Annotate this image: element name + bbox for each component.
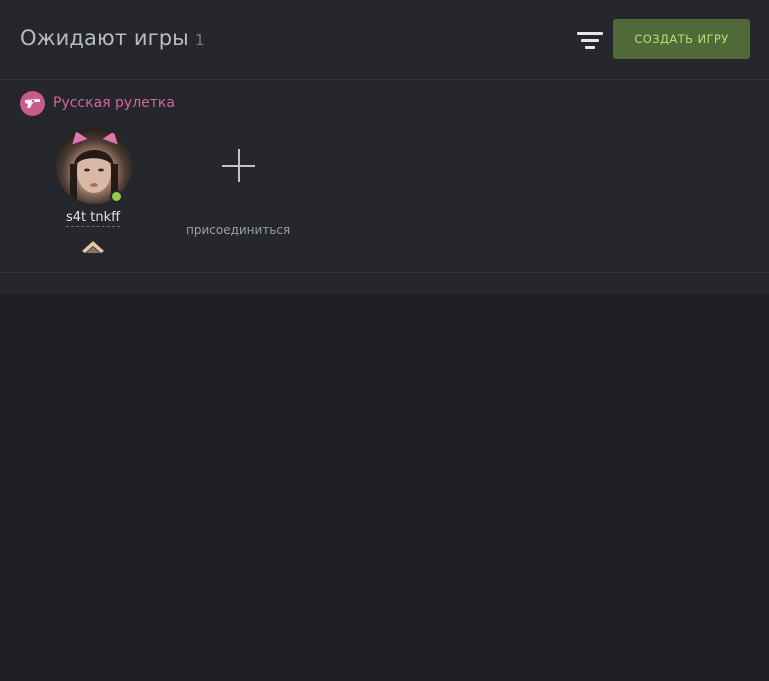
- online-status-indicator: [110, 190, 123, 203]
- game-type: Русская рулетка: [20, 90, 175, 116]
- player-name-link[interactable]: s4t tnkff: [66, 210, 121, 227]
- create-game-button[interactable]: СОЗДАТЬ ИГРУ: [613, 19, 750, 59]
- plus-icon[interactable]: [222, 149, 255, 182]
- games-panel: Ожидают игры 1 СОЗДАТЬ ИГРУ Русская руле…: [0, 0, 769, 295]
- divider: [0, 272, 769, 273]
- panel-header: Ожидают игры 1 СОЗДАТЬ ИГРУ: [0, 0, 769, 80]
- page-title: Ожидают игры: [20, 26, 189, 50]
- waiting-count: 1: [195, 31, 205, 49]
- join-game-link[interactable]: присоединиться: [186, 223, 290, 237]
- revolver-icon: [20, 90, 45, 116]
- filter-icon[interactable]: [577, 31, 603, 49]
- rank-chevron-icon: [81, 238, 105, 254]
- game-type-label: Русская рулетка: [53, 95, 175, 111]
- player-avatar-wrapper[interactable]: [56, 128, 132, 204]
